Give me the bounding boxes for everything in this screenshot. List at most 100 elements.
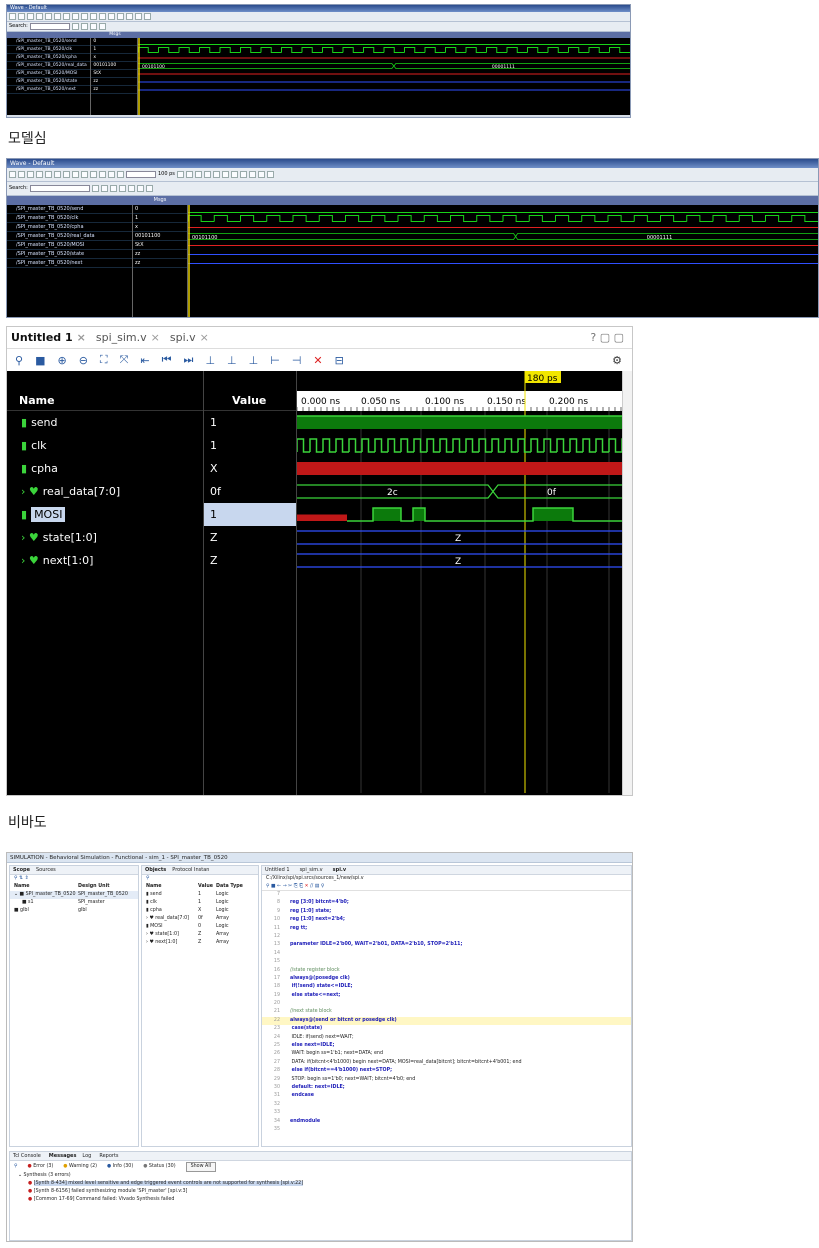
tab-messages[interactable]: Messages	[49, 1153, 77, 1159]
go-start-icon[interactable]: ⇤	[140, 354, 149, 367]
zoom-out-icon[interactable]: ⊖	[79, 354, 88, 367]
tab-untitled-1[interactable]: Untitled 1	[265, 867, 290, 873]
wave-plot[interactable]: 00101100 00001111	[137, 38, 630, 115]
zoom-full-icon[interactable]	[118, 185, 126, 192]
code-line[interactable]: 27 DATA: if(bitcnt<4'b1000) begin next=D…	[262, 1059, 631, 1067]
snap-icon[interactable]: ⊣	[292, 354, 302, 367]
signal-row[interactable]: › ♥ real_data[7:0]	[7, 480, 203, 503]
error-message[interactable]: ● [Common 17-69] Command failed: Vivado …	[10, 1196, 631, 1204]
gear-icon[interactable]: ⚙	[612, 354, 622, 367]
step-icon[interactable]	[126, 13, 133, 20]
code-line[interactable]: 34 endmodule	[262, 1118, 631, 1126]
zoom-out2-icon[interactable]	[89, 23, 97, 30]
save-icon[interactable]	[27, 171, 34, 178]
search-input[interactable]	[29, 23, 70, 30]
close-icon[interactable]: ×	[151, 331, 160, 344]
run-icon[interactable]	[176, 171, 184, 178]
code-line[interactable]: 8 reg [3:0] bitcnt=4'b0;	[262, 899, 631, 907]
code-line[interactable]: 16 //state register block	[262, 967, 631, 975]
signal-row[interactable]: ▮ clk	[7, 434, 203, 457]
code-line[interactable]: 22 always@(send or bitcnt or posedge clk)	[262, 1016, 631, 1026]
search-input[interactable]	[29, 185, 90, 192]
tab-objects[interactable]: Objects	[145, 867, 166, 873]
new-icon[interactable]	[9, 171, 16, 178]
zoom-fit-icon[interactable]	[71, 23, 79, 30]
step-over-icon[interactable]	[212, 171, 220, 178]
object-row[interactable]: › ♥ next[1:0] Z Array	[142, 939, 258, 947]
search-icon[interactable]: ⚲	[15, 354, 23, 367]
code-line[interactable]: 30 default: next=IDLE;	[262, 1084, 631, 1092]
code-line[interactable]: 24 IDLE: if(send) next=WAIT;	[262, 1034, 631, 1042]
next-marker-icon[interactable]: ⊥	[249, 354, 259, 367]
paste-icon[interactable]	[63, 171, 70, 178]
signal-name[interactable]: /SPI_master_TB_0520/next	[7, 259, 132, 268]
code-line[interactable]: 7	[262, 891, 631, 899]
add-marker-icon[interactable]: ⊥	[205, 354, 215, 367]
signal-name[interactable]: /SPI_master_TB_0520/state	[7, 250, 132, 259]
zoom-fit-icon[interactable]	[91, 185, 99, 192]
object-row[interactable]: ▮ cpha X Logic	[142, 907, 258, 915]
code-editor[interactable]: 7 8 reg [3:0] bitcnt=4'b0; 9 reg [1:0] state…	[262, 891, 631, 1134]
cursor-add-icon[interactable]	[239, 171, 247, 178]
code-line[interactable]: 29 STOP: begin ss=1'b0; next=WAIT; bitcn…	[262, 1076, 631, 1084]
zoom-in-icon[interactable]: ⊕	[57, 354, 66, 367]
float-icon[interactable]: ⊟	[335, 354, 344, 367]
zoom-full-icon[interactable]	[108, 13, 115, 20]
tab-reports[interactable]: Reports	[99, 1153, 118, 1159]
scope-row[interactable]: ■ glbl glbl	[10, 907, 138, 915]
break-icon[interactable]	[117, 171, 124, 178]
close-icon[interactable]: ×	[200, 331, 209, 344]
code-line[interactable]: 17 always@(posedge clk)	[262, 975, 631, 983]
break-icon[interactable]	[144, 13, 151, 20]
help-icon[interactable]: ? ▢ ▢	[590, 331, 624, 344]
open-icon[interactable]	[18, 171, 25, 178]
code-line[interactable]: 25 else next=IDLE;	[262, 1042, 631, 1050]
code-line[interactable]: 31 endcase	[262, 1092, 631, 1100]
object-row[interactable]: ▮ MOSI 0 Logic	[142, 923, 258, 931]
object-row[interactable]: › ♥ real_data[7:0] 0f Array	[142, 915, 258, 923]
prev-transition-icon[interactable]: ⏮	[162, 353, 172, 367]
tab-spi-sim[interactable]: spi_sim.v ×	[96, 331, 160, 344]
code-line[interactable]: 26 WAIT: begin ss=1'b1; next=DATA; end	[262, 1050, 631, 1058]
search-icon[interactable]: ⚲	[146, 876, 150, 881]
step-icon[interactable]	[203, 171, 211, 178]
search-icon[interactable]: ⚲	[14, 876, 18, 881]
edge-prev-icon[interactable]	[257, 171, 265, 178]
code-line[interactable]: 21 //next state block	[262, 1008, 631, 1016]
simulate-icon[interactable]	[108, 171, 115, 178]
print-icon[interactable]	[36, 171, 43, 178]
code-line[interactable]: 20	[262, 1000, 631, 1008]
run-icon[interactable]	[117, 13, 124, 20]
code-line[interactable]: 23 case(state)	[262, 1025, 631, 1033]
signal-row[interactable]: › ♥ state[1:0]	[7, 526, 203, 549]
find-icon[interactable]	[90, 171, 97, 178]
object-row[interactable]: ▮ send 1 Logic	[142, 891, 258, 899]
redo-icon[interactable]	[81, 171, 88, 178]
zoom-fit-icon[interactable]: ⛶	[100, 353, 108, 367]
signal-name[interactable]: /SPI_master_TB_0520/cpha	[7, 223, 132, 232]
copy-icon[interactable]	[54, 13, 61, 20]
next-transition-icon[interactable]: ⏭	[184, 353, 194, 367]
code-line[interactable]: 35	[262, 1126, 631, 1134]
tab-spi-v[interactable]: spi.v	[333, 867, 346, 873]
search-icon[interactable]: ⚲	[14, 1163, 18, 1171]
zoom-in-icon[interactable]	[90, 13, 97, 20]
tab-log[interactable]: Log	[82, 1153, 91, 1159]
cut-icon[interactable]	[45, 13, 52, 20]
zoom-cursor-icon[interactable]: ⤧	[120, 353, 129, 367]
search-icon[interactable]: ⚲	[266, 884, 270, 889]
error-message[interactable]: ● [Synth 8-6156] failed synthesizing mod…	[10, 1188, 631, 1196]
filter-info[interactable]: ● Info (30)	[107, 1163, 133, 1171]
cursor-delete-icon[interactable]	[248, 171, 256, 178]
undo-icon[interactable]	[72, 171, 79, 178]
prev-marker-icon[interactable]: ⊥	[227, 354, 237, 367]
new-icon[interactable]	[9, 13, 16, 20]
zoom-out-icon[interactable]	[99, 13, 106, 20]
zoom-in-icon[interactable]	[100, 185, 108, 192]
zoom-in2-icon[interactable]	[80, 23, 88, 30]
find-icon[interactable]	[81, 13, 88, 20]
continue-icon[interactable]	[194, 171, 202, 178]
show-all-button[interactable]: Show All	[185, 1161, 216, 1172]
tab-sources[interactable]: Sources	[36, 867, 56, 873]
code-line[interactable]: 18 if(!send) state<=IDLE;	[262, 983, 631, 991]
